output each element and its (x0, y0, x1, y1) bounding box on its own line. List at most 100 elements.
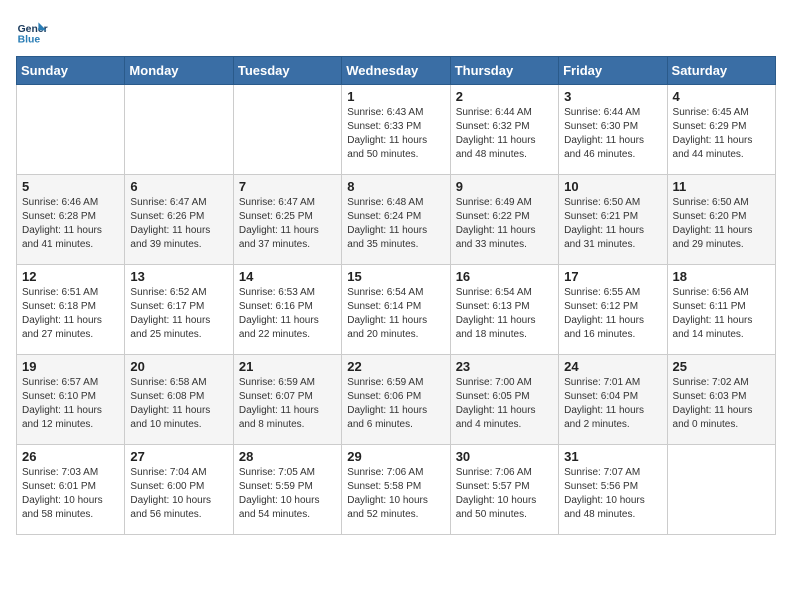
cell-content: Sunrise: 7:05 AM Sunset: 5:59 PM Dayligh… (239, 466, 336, 522)
calendar-week-5: 26 Sunrise: 7:03 AM Sunset: 6:01 PM Dayli… (17, 445, 776, 535)
calendar-week-1: 1 Sunrise: 6:43 AM Sunset: 6:33 PM Daylig… (17, 85, 776, 175)
calendar-header: SundayMondayTuesdayWednesdayThursdayFrid… (17, 57, 776, 85)
svg-text:Blue: Blue (18, 34, 41, 45)
cell-content: Sunrise: 6:47 AM Sunset: 6:26 PM Dayligh… (130, 196, 227, 252)
day-number: 27 (130, 449, 227, 464)
calendar-cell: 29 Sunrise: 7:06 AM Sunset: 5:58 PM Dayli… (342, 445, 450, 535)
day-number: 1 (347, 89, 444, 104)
calendar-cell: 14 Sunrise: 6:53 AM Sunset: 6:16 PM Dayli… (233, 265, 341, 355)
calendar-cell: 18Sunrise: 6:56 AM Sunset: 6:11 PM Dayli… (667, 265, 775, 355)
day-number: 16 (456, 269, 553, 284)
page-header: General Blue (16, 16, 776, 48)
cell-content: Sunrise: 6:44 AM Sunset: 6:30 PM Dayligh… (564, 106, 661, 162)
cell-content: Sunrise: 6:46 AM Sunset: 6:28 PM Dayligh… (22, 196, 119, 252)
calendar-cell: 28 Sunrise: 7:05 AM Sunset: 5:59 PM Dayli… (233, 445, 341, 535)
logo: General Blue (16, 16, 52, 48)
day-number: 29 (347, 449, 444, 464)
calendar-cell: 13 Sunrise: 6:52 AM Sunset: 6:17 PM Dayli… (125, 265, 233, 355)
calendar-cell: 4 Sunrise: 6:45 AM Sunset: 6:29 PM Daylig… (667, 85, 775, 175)
cell-content: Sunrise: 6:50 AM Sunset: 6:20 PM Dayligh… (673, 196, 770, 252)
day-number: 7 (239, 179, 336, 194)
calendar-cell (17, 85, 125, 175)
day-number: 2 (456, 89, 553, 104)
cell-content: Sunrise: 6:49 AM Sunset: 6:22 PM Dayligh… (456, 196, 553, 252)
calendar-week-2: 5 Sunrise: 6:46 AM Sunset: 6:28 PM Daylig… (17, 175, 776, 265)
day-number: 28 (239, 449, 336, 464)
day-number: 19 (22, 359, 119, 374)
cell-content: Sunrise: 6:43 AM Sunset: 6:33 PM Dayligh… (347, 106, 444, 162)
cell-content: Sunrise: 7:02 AM Sunset: 6:03 PM Dayligh… (673, 376, 770, 432)
calendar-cell: 12 Sunrise: 6:51 AM Sunset: 6:18 PM Dayli… (17, 265, 125, 355)
day-number: 22 (347, 359, 444, 374)
day-number: 20 (130, 359, 227, 374)
cell-content: Sunrise: 6:54 AM Sunset: 6:14 PM Dayligh… (347, 286, 444, 342)
day-number: 4 (673, 89, 770, 104)
cell-content: Sunrise: 7:06 AM Sunset: 5:58 PM Dayligh… (347, 466, 444, 522)
calendar-cell (667, 445, 775, 535)
day-number: 14 (239, 269, 336, 284)
cell-content: Sunrise: 6:44 AM Sunset: 6:32 PM Dayligh… (456, 106, 553, 162)
day-number: 26 (22, 449, 119, 464)
calendar-cell: 21 Sunrise: 6:59 AM Sunset: 6:07 PM Dayli… (233, 355, 341, 445)
cell-content: Sunrise: 6:52 AM Sunset: 6:17 PM Dayligh… (130, 286, 227, 342)
day-number: 31 (564, 449, 661, 464)
day-header-monday: Monday (125, 57, 233, 85)
day-number: 25 (673, 359, 770, 374)
day-number: 24 (564, 359, 661, 374)
day-header-thursday: Thursday (450, 57, 558, 85)
day-number: 23 (456, 359, 553, 374)
calendar-cell: 11 Sunrise: 6:50 AM Sunset: 6:20 PM Dayli… (667, 175, 775, 265)
cell-content: Sunrise: 7:07 AM Sunset: 5:56 PM Dayligh… (564, 466, 661, 522)
cell-content: Sunrise: 7:01 AM Sunset: 6:04 PM Dayligh… (564, 376, 661, 432)
day-number: 15 (347, 269, 444, 284)
cell-content: Sunrise: 6:48 AM Sunset: 6:24 PM Dayligh… (347, 196, 444, 252)
day-number: 12 (22, 269, 119, 284)
day-number: 13 (130, 269, 227, 284)
cell-content: Sunrise: 6:57 AM Sunset: 6:10 PM Dayligh… (22, 376, 119, 432)
cell-content: Sunrise: 6:47 AM Sunset: 6:25 PM Dayligh… (239, 196, 336, 252)
cell-content: Sunrise: 7:00 AM Sunset: 6:05 PM Dayligh… (456, 376, 553, 432)
cell-content: Sunrise: 6:59 AM Sunset: 6:07 PM Dayligh… (239, 376, 336, 432)
calendar-cell: 15 Sunrise: 6:54 AM Sunset: 6:14 PM Dayli… (342, 265, 450, 355)
calendar-cell: 27 Sunrise: 7:04 AM Sunset: 6:00 PM Dayli… (125, 445, 233, 535)
day-header-saturday: Saturday (667, 57, 775, 85)
day-number: 5 (22, 179, 119, 194)
day-number: 10 (564, 179, 661, 194)
calendar-cell (125, 85, 233, 175)
cell-content: Sunrise: 7:06 AM Sunset: 5:57 PM Dayligh… (456, 466, 553, 522)
day-number: 9 (456, 179, 553, 194)
cell-content: Sunrise: 7:03 AM Sunset: 6:01 PM Dayligh… (22, 466, 119, 522)
calendar-cell: 31 Sunrise: 7:07 AM Sunset: 5:56 PM Dayli… (559, 445, 667, 535)
day-number: 3 (564, 89, 661, 104)
calendar-cell: 1 Sunrise: 6:43 AM Sunset: 6:33 PM Daylig… (342, 85, 450, 175)
cell-content: Sunrise: 6:53 AM Sunset: 6:16 PM Dayligh… (239, 286, 336, 342)
cell-content: Sunrise: 6:45 AM Sunset: 6:29 PM Dayligh… (673, 106, 770, 162)
calendar-cell: 23 Sunrise: 7:00 AM Sunset: 6:05 PM Dayli… (450, 355, 558, 445)
day-header-tuesday: Tuesday (233, 57, 341, 85)
day-number: 17 (564, 269, 661, 284)
day-number: 30 (456, 449, 553, 464)
calendar-cell: 17Sunrise: 6:55 AM Sunset: 6:12 PM Dayli… (559, 265, 667, 355)
calendar-cell: 25 Sunrise: 7:02 AM Sunset: 6:03 PM Dayli… (667, 355, 775, 445)
calendar-cell: 20Sunrise: 6:58 AM Sunset: 6:08 PM Dayli… (125, 355, 233, 445)
day-number: 8 (347, 179, 444, 194)
calendar-cell: 2 Sunrise: 6:44 AM Sunset: 6:32 PM Daylig… (450, 85, 558, 175)
cell-content: Sunrise: 6:50 AM Sunset: 6:21 PM Dayligh… (564, 196, 661, 252)
day-number: 11 (673, 179, 770, 194)
calendar-cell: 10 Sunrise: 6:50 AM Sunset: 6:21 PM Dayli… (559, 175, 667, 265)
day-header-friday: Friday (559, 57, 667, 85)
calendar-cell: 24 Sunrise: 7:01 AM Sunset: 6:04 PM Dayli… (559, 355, 667, 445)
calendar-cell: 26 Sunrise: 7:03 AM Sunset: 6:01 PM Dayli… (17, 445, 125, 535)
day-number: 21 (239, 359, 336, 374)
calendar-cell: 30 Sunrise: 7:06 AM Sunset: 5:57 PM Dayli… (450, 445, 558, 535)
cell-content: Sunrise: 6:56 AM Sunset: 6:11 PM Dayligh… (673, 286, 770, 342)
calendar-cell: 6 Sunrise: 6:47 AM Sunset: 6:26 PM Daylig… (125, 175, 233, 265)
calendar-cell: 9 Sunrise: 6:49 AM Sunset: 6:22 PM Daylig… (450, 175, 558, 265)
calendar-cell: 3 Sunrise: 6:44 AM Sunset: 6:30 PM Daylig… (559, 85, 667, 175)
calendar-week-4: 19 Sunrise: 6:57 AM Sunset: 6:10 PM Dayli… (17, 355, 776, 445)
day-header-sunday: Sunday (17, 57, 125, 85)
cell-content: Sunrise: 6:54 AM Sunset: 6:13 PM Dayligh… (456, 286, 553, 342)
day-number: 6 (130, 179, 227, 194)
cell-content: Sunrise: 7:04 AM Sunset: 6:00 PM Dayligh… (130, 466, 227, 522)
cell-content: Sunrise: 6:51 AM Sunset: 6:18 PM Dayligh… (22, 286, 119, 342)
